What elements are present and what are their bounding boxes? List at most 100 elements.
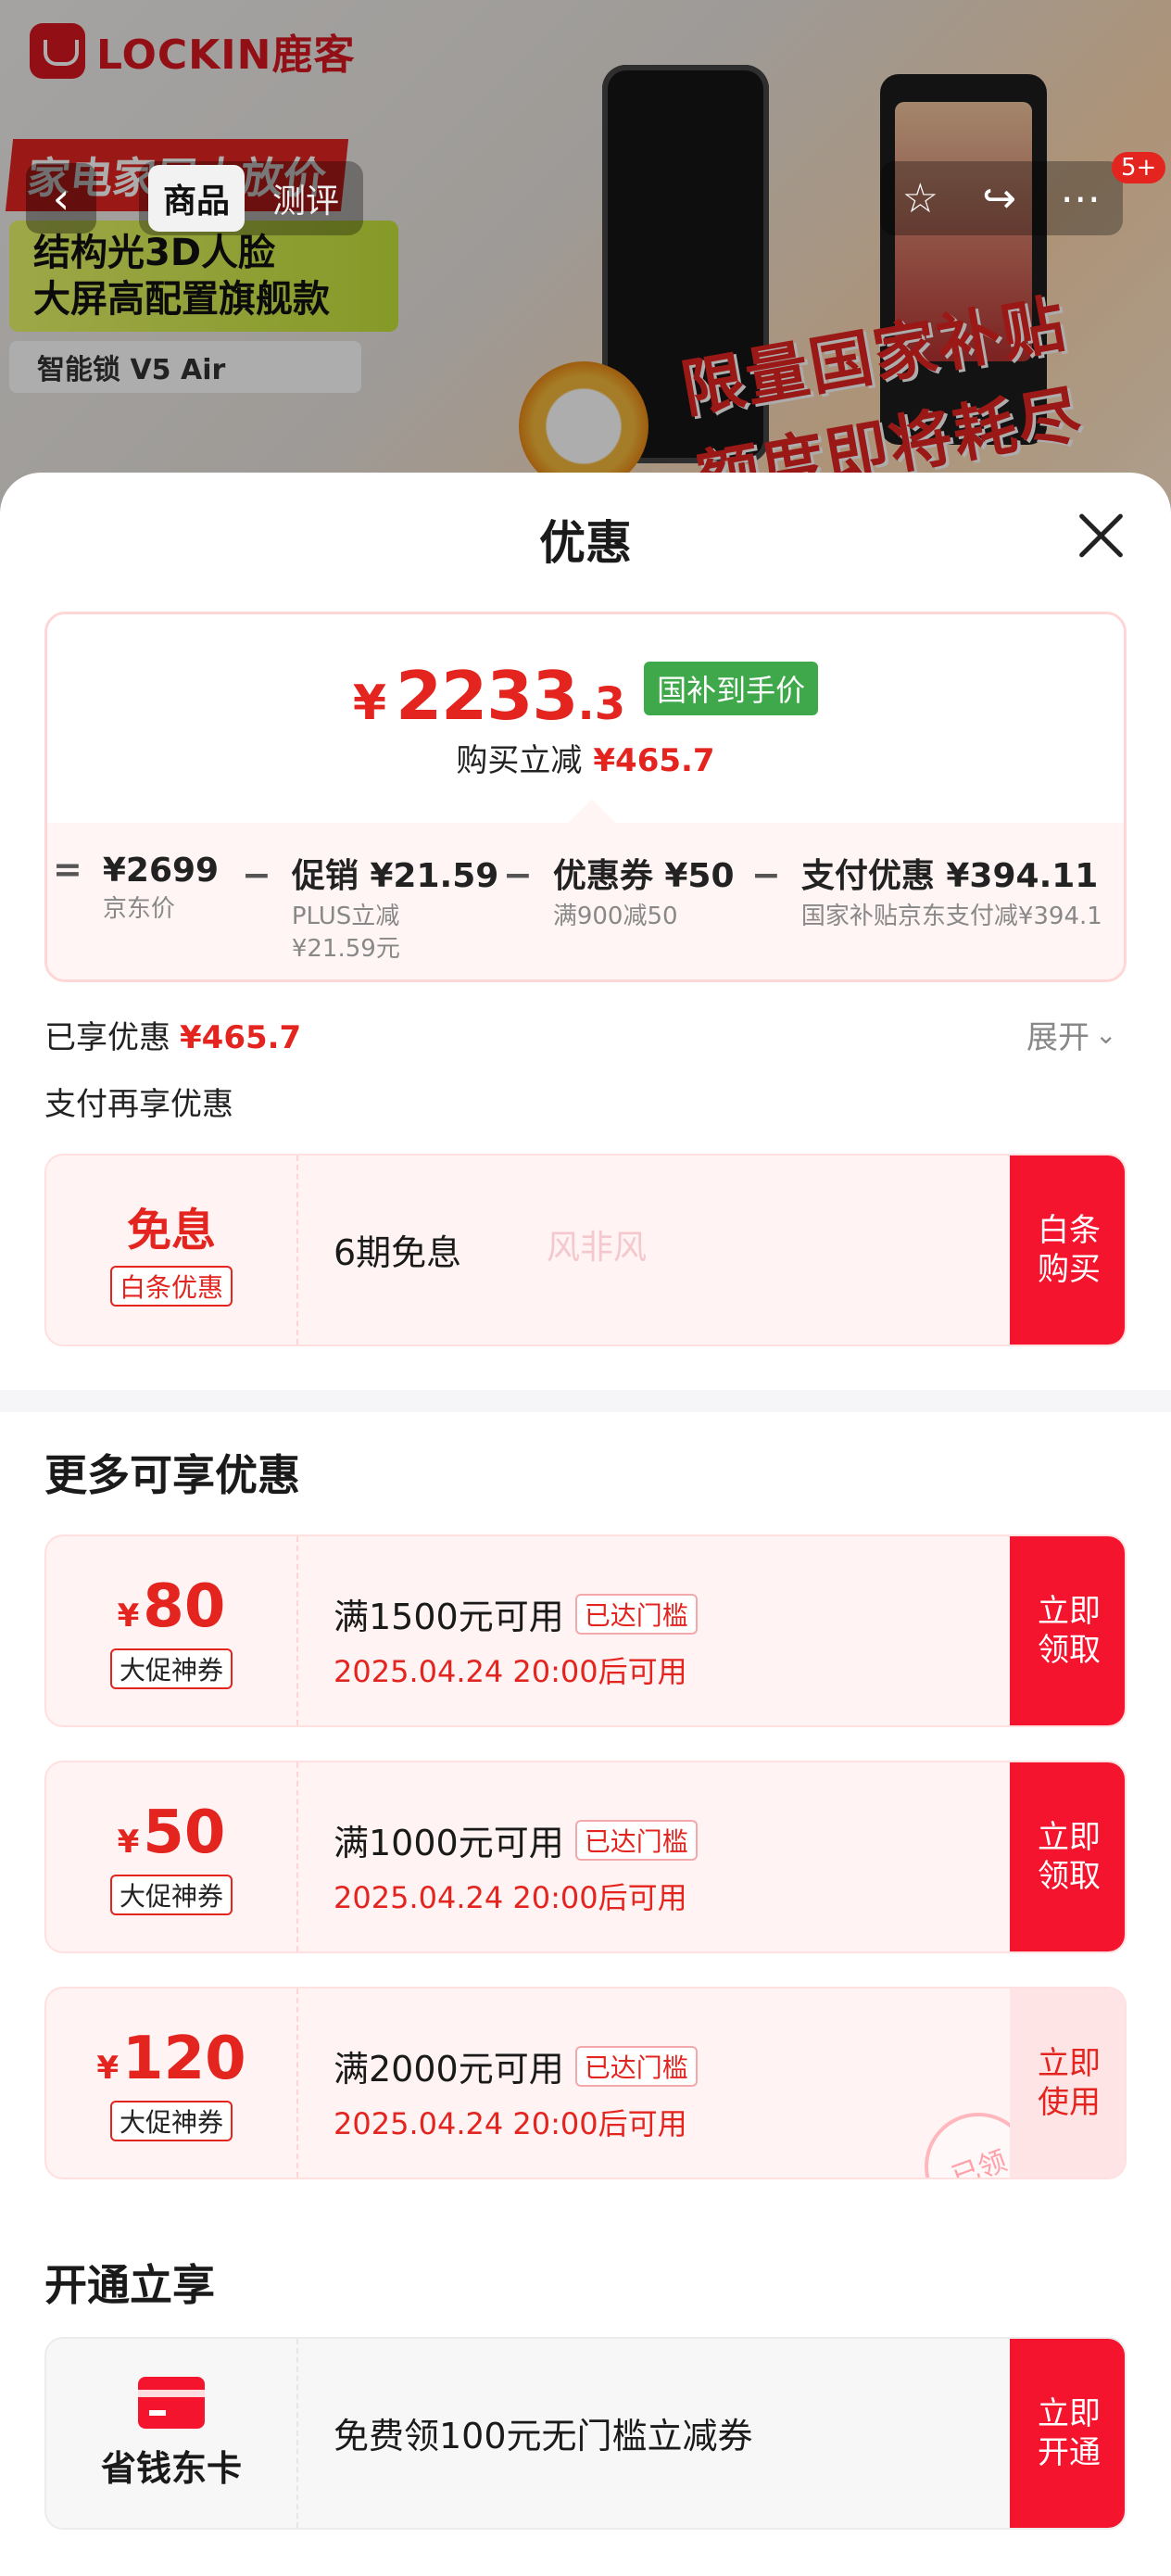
coupon-left: ¥120 大促神券 xyxy=(46,1989,298,2178)
member-card-text: 免费领100元无门槛立减券 xyxy=(334,2416,753,2456)
calc-row: = ¥2699 京东价 − 促销 ¥21.59 PLUS立减 ¥21.59元 −… xyxy=(47,849,1124,963)
coupon-value: ¥50 xyxy=(118,1799,226,1867)
coupon-time: 2025.04.24 20:00后可用 xyxy=(334,1880,687,1915)
product-banner: LOCKIN鹿客 家电家居大放价 结构光3D人脸 大屏高配置旗舰款 智能锁 V5… xyxy=(0,0,1171,519)
share-icon[interactable]: ↪ xyxy=(982,175,1016,222)
calc-item-promotion: − 促销 ¥21.59 PLUS立减 ¥21.59元 xyxy=(242,849,498,966)
price-currency: ¥ xyxy=(352,676,387,731)
tab-review[interactable]: 测评 xyxy=(258,165,354,232)
coupon-condition-row: 满1500元可用 已达门槛 xyxy=(334,1588,698,1639)
baitiao-middle: 6期免息 xyxy=(334,1224,461,1275)
chevron-left-icon: ‹ xyxy=(52,173,70,223)
coupon-value: ¥80 xyxy=(118,1572,226,1641)
coupon-condition-row: 满2000元可用 已达门槛 xyxy=(334,2040,698,2091)
calc-operator: − xyxy=(751,854,781,895)
baitiao-left: 免息 白条优惠 xyxy=(46,1155,298,1345)
reduce-amount: ¥465.7 xyxy=(593,742,715,779)
calc-item-jd-price: = ¥2699 京东价 xyxy=(53,849,219,926)
coupon-condition: 满1500元可用 xyxy=(334,1597,564,1637)
use-coupon-label: 立即使用 xyxy=(1038,2044,1101,2122)
member-card-label: 省钱东卡 xyxy=(100,2447,242,2489)
calc-label: 满900减50 xyxy=(552,903,678,930)
coupon-currency: ¥ xyxy=(96,2050,120,2087)
chevron-down-icon: ⌄ xyxy=(1095,1019,1117,1050)
coupon-middle: 满2000元可用 已达门槛 2025.04.24 20:00后可用 xyxy=(334,2040,698,2143)
star-icon[interactable]: ☆ xyxy=(902,175,938,222)
open-enjoy-title: 开通立享 xyxy=(44,2260,215,2310)
baitiao-card: 免息 白条优惠 6期免息 风非风 白条购买 xyxy=(44,1154,1127,1346)
nav-actions: ☆ ↪ ⋯ xyxy=(880,161,1123,235)
tab-product[interactable]: 商品 xyxy=(148,165,246,232)
price-calc-area: = ¥2699 京东价 − 促销 ¥21.59 PLUS立减 ¥21.59元 −… xyxy=(47,799,1124,979)
coupon-value: ¥120 xyxy=(96,2025,246,2093)
message-badge: 5+ xyxy=(1112,152,1166,183)
calc-value: 优惠券 ¥50 xyxy=(552,857,735,895)
baitiao-buy-button[interactable]: 白条购买 xyxy=(1010,1155,1125,1345)
threshold-reached-badge: 已达门槛 xyxy=(574,1819,698,1861)
subsidy-price-tag: 国补到手价 xyxy=(644,662,819,715)
calc-value: 支付优惠 ¥394.11 xyxy=(800,857,1099,895)
threshold-reached-badge: 已达门槛 xyxy=(574,2045,698,2087)
baitiao-text: 6期免息 xyxy=(334,1232,462,1273)
price-breakdown-card: ¥ 2233.3 国补到手价 购买立减 ¥465.7 = ¥2699 京东价 −… xyxy=(44,612,1127,982)
claim-coupon-button[interactable]: 立即领取 xyxy=(1010,1536,1125,1725)
coupon-left: ¥50 大促神券 xyxy=(46,1762,298,1951)
top-nav: ‹ 商品 测评 ☆ ↪ ⋯ 5+ xyxy=(0,152,1171,241)
calc-value: ¥2699 xyxy=(102,852,220,890)
discount-sheet: 优惠 ¥ 2233.3 国补到手价 购买立减 ¥465.7 = ¥2699 京东… xyxy=(0,473,1171,2576)
coupon-time: 2025.04.24 20:00后可用 xyxy=(334,2106,687,2141)
price-integer: 2233 xyxy=(396,657,578,735)
coupon-condition: 满2000元可用 xyxy=(334,2049,564,2090)
coupon-card: ¥50 大促神券 满1000元可用 已达门槛 2025.04.24 20:00后可… xyxy=(44,1761,1127,1953)
card-icon xyxy=(138,2376,205,2429)
enjoyed-discount: 已享优惠 ¥465.7 xyxy=(44,1012,301,1057)
claim-coupon-button[interactable]: 立即领取 xyxy=(1010,1762,1125,1951)
coupon-middle: 满1000元可用 已达门槛 2025.04.24 20:00后可用 xyxy=(334,1814,698,1917)
coupon-amount: 80 xyxy=(143,1572,226,1641)
calc-value: 促销 ¥21.59 xyxy=(291,857,499,895)
calc-operator: − xyxy=(242,854,271,895)
coupon-currency: ¥ xyxy=(117,1597,140,1635)
coupon-chip: 大促神券 xyxy=(109,2101,233,2141)
coupon-condition: 满1000元可用 xyxy=(334,1823,564,1863)
final-price: ¥ 2233.3 国补到手价 xyxy=(47,657,1124,735)
open-membership-button[interactable]: 立即开通 xyxy=(1010,2339,1125,2528)
coupon-left: ¥80 大促神券 xyxy=(46,1536,298,1725)
calc-label: 国家补贴京东支付减¥394.1 xyxy=(800,903,1102,930)
reduce-label: 购买立减 xyxy=(456,742,583,779)
calc-operator: − xyxy=(503,854,533,895)
coupon-time: 2025.04.24 20:00后可用 xyxy=(334,1654,687,1689)
nav-tabs: 商品 测评 xyxy=(139,161,364,235)
coupon-card: ¥80 大促神券 满1500元可用 已达门槛 2025.04.24 20:00后可… xyxy=(44,1534,1127,1727)
claim-coupon-label: 立即领取 xyxy=(1038,1592,1101,1670)
coupon-amount: 120 xyxy=(122,2025,246,2093)
section-divider xyxy=(0,1390,1171,1412)
coupon-card: ¥120 大促神券 满2000元可用 已达门槛 2025.04.24 20:00后… xyxy=(44,1987,1127,2179)
open-membership-label: 立即开通 xyxy=(1038,2394,1101,2472)
pay-more-title: 支付再享优惠 xyxy=(44,1086,233,1123)
baitiao-buy-label: 白条购买 xyxy=(1038,1211,1101,1289)
calc-operator: = xyxy=(53,849,82,890)
expand-label: 展开 xyxy=(1026,1019,1089,1056)
close-icon[interactable] xyxy=(1075,510,1127,562)
expand-button[interactable]: 展开 ⌄ xyxy=(1026,1012,1116,1057)
more-discounts-title: 更多可享优惠 xyxy=(44,1450,300,1500)
calc-label: 京东价 xyxy=(102,895,175,923)
back-button[interactable]: ‹ xyxy=(26,163,96,234)
coupon-chip: 大促神券 xyxy=(109,1875,233,1915)
reduce-line: 购买立减 ¥465.7 xyxy=(47,735,1124,780)
coupon-currency: ¥ xyxy=(117,1824,140,1861)
member-card-middle: 免费领100元无门槛立减券 xyxy=(334,2407,753,2458)
more-icon[interactable]: ⋯ xyxy=(1060,175,1101,222)
modal-backdrop[interactable] xyxy=(0,0,1171,519)
member-card: 省钱东卡 免费领100元无门槛立减券 立即开通 xyxy=(44,2337,1127,2530)
enjoyed-amount: ¥465.7 xyxy=(180,1019,302,1056)
use-coupon-button[interactable]: 立即使用 xyxy=(1010,1989,1125,2178)
sheet-title: 优惠 xyxy=(539,516,632,570)
baitiao-title: 免息 xyxy=(126,1205,216,1256)
final-price-area: ¥ 2233.3 国补到手价 购买立减 ¥465.7 xyxy=(47,614,1124,823)
coupon-condition-row: 满1000元可用 已达门槛 xyxy=(334,1814,698,1865)
enjoyed-label: 已享优惠 xyxy=(44,1019,170,1056)
member-card-left: 省钱东卡 xyxy=(46,2339,298,2528)
calc-item-coupon: − 优惠券 ¥50 满900减50 xyxy=(503,849,735,933)
